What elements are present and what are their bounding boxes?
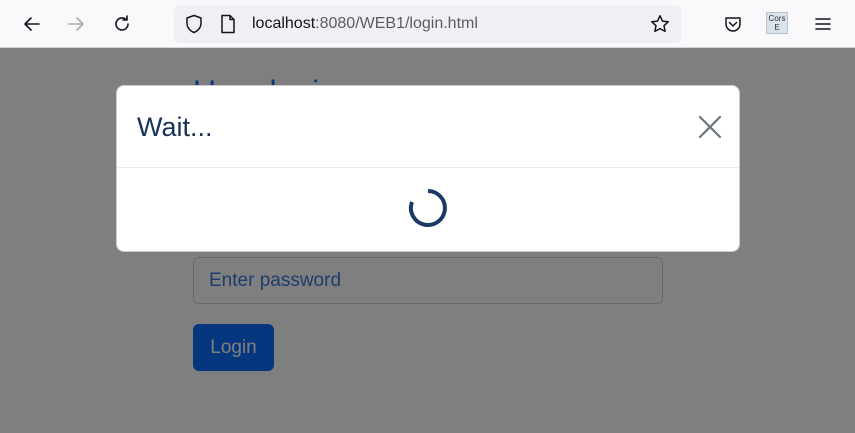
back-button[interactable] [20,12,44,36]
forward-button[interactable] [64,12,88,36]
url-path: :8080/WEB1/login.html [315,15,478,32]
shield-icon[interactable] [184,14,204,34]
hamburger-menu-icon [815,18,831,30]
cors-extension-label: Cors [768,14,786,23]
modal-title: Wait... [137,112,213,142]
back-arrow-icon [24,17,40,31]
menu-button[interactable] [811,12,835,36]
pocket-button[interactable] [721,12,745,36]
close-icon [698,115,722,139]
modal-header: Wait... [117,86,739,168]
address-bar[interactable]: localhost:8080/WEB1/login.html [174,5,681,43]
pocket-icon [725,17,741,32]
modal-close-button[interactable] [695,112,725,142]
browser-toolbar: localhost:8080/WEB1/login.html Cors E [0,0,855,48]
bookmark-star-icon[interactable] [650,14,670,34]
page-info-icon[interactable] [218,14,238,34]
url-host: localhost [252,15,316,32]
reload-icon [115,15,129,31]
wait-modal: Wait... [116,85,740,252]
loading-spinner-icon [408,189,447,227]
url-text: localhost:8080/WEB1/login.html [252,14,478,34]
forward-arrow-icon [68,17,84,31]
cors-extension-icon[interactable]: Cors E [766,12,788,34]
reload-button[interactable] [110,12,134,36]
cors-extension-sublabel: E [774,23,780,32]
